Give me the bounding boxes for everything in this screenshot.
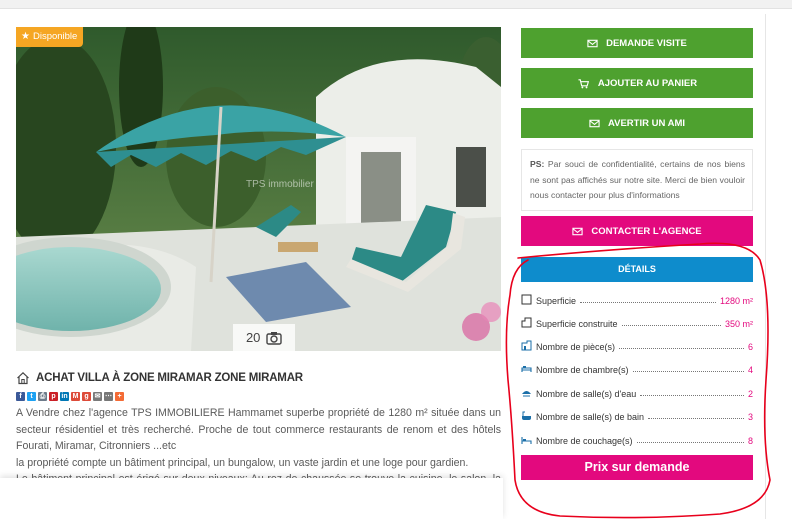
dot-leader — [632, 371, 744, 372]
detail-row: Nombre de chambre(s) 4 — [521, 353, 753, 375]
detail-row: Nombre de salle(s) d'eau 2 — [521, 377, 753, 399]
plus-icon[interactable]: + — [115, 392, 124, 401]
gmail-icon[interactable]: M — [71, 392, 80, 401]
detail-row: Nombre de pièce(s) 6 — [521, 330, 753, 352]
detail-value: 4 — [747, 365, 753, 375]
detail-label: Superficie — [536, 296, 577, 306]
listing-title-row: ACHAT VILLA À ZONE MIRAMAR ZONE MIRAMAR — [16, 370, 303, 386]
envelope-icon — [572, 227, 583, 235]
rooms-icon — [521, 340, 532, 351]
price-banner: Prix sur demande — [521, 455, 753, 480]
badge-label: Disponible — [32, 31, 78, 42]
detail-value: 2 — [747, 389, 753, 399]
star-icon: ★ — [21, 31, 30, 42]
detail-value: 350 m² — [724, 319, 753, 329]
privacy-note-label: PS: — [530, 159, 545, 169]
details-header: DÉTAILS — [521, 257, 753, 282]
home-icon — [17, 371, 29, 385]
description-paragraph: la propriété compte un bâtiment principa… — [16, 456, 469, 469]
detail-label: Nombre de salle(s) de bain — [536, 412, 645, 422]
share-bar: f t ⎙ p in Mg ✉ ⋯ + — [16, 392, 124, 401]
facebook-icon[interactable]: f — [16, 392, 25, 401]
more-icon[interactable]: ⋯ — [104, 392, 113, 401]
property-photo[interactable]: TPS immobilier — [16, 27, 501, 351]
dot-leader — [636, 442, 744, 443]
area-icon — [521, 294, 532, 305]
detail-value: 8 — [747, 436, 753, 446]
pinterest-icon[interactable]: p — [49, 392, 58, 401]
photo-count-value: 20 — [245, 330, 261, 345]
envelope-icon — [589, 119, 600, 127]
envelope-icon — [587, 39, 598, 47]
notify-friend-label: AVERTIR UN AMI — [607, 117, 686, 129]
dot-leader — [580, 302, 716, 303]
google-icon[interactable]: g — [82, 392, 91, 401]
cart-icon — [578, 78, 589, 88]
contact-agency-label: CONTACTER L'AGENCE — [591, 225, 702, 237]
detail-row: Superficie construite 350 m² — [521, 307, 753, 329]
listing-title: ACHAT VILLA À ZONE MIRAMAR ZONE MIRAMAR — [36, 372, 303, 384]
detail-row: Nombre de salle(s) de bain 3 — [521, 400, 753, 422]
bottom-overlay — [0, 478, 503, 519]
dot-leader — [619, 348, 744, 349]
description-paragraph: A Vendre chez l'agence TPS IMMOBILIERE H… — [16, 407, 501, 452]
dot-leader — [648, 418, 744, 419]
contact-agency-button[interactable]: CONTACTER L'AGENCE — [521, 216, 753, 246]
watermark: TPS immobilier — [246, 179, 314, 190]
detail-value: 1280 m² — [719, 296, 753, 306]
detail-label: Nombre de couchage(s) — [536, 436, 633, 446]
linkedin-icon[interactable]: in — [60, 392, 69, 401]
add-to-cart-button[interactable]: AJOUTER AU PANIER — [521, 68, 753, 98]
privacy-note-text: Par souci de confidentialité, certains d… — [530, 159, 745, 200]
detail-value: 6 — [747, 342, 753, 352]
request-visit-label: DEMANDE VISITE — [606, 37, 687, 49]
print-icon[interactable]: ⎙ — [38, 392, 47, 401]
photo-count-button[interactable]: 20 — [233, 324, 295, 351]
privacy-note: PS: Par souci de confidentialité, certai… — [521, 149, 753, 211]
shower-icon — [522, 391, 531, 397]
detail-row: Superficie 1280 m² — [521, 284, 753, 306]
twitter-icon[interactable]: t — [27, 392, 36, 401]
dot-leader — [621, 325, 721, 326]
detail-label: Nombre de salle(s) d'eau — [536, 389, 637, 399]
availability-badge: ★ Disponible — [16, 27, 84, 47]
bedroom-icon — [521, 366, 532, 372]
built-area-icon — [521, 317, 532, 328]
dot-leader — [640, 395, 744, 396]
notify-friend-button[interactable]: AVERTIR UN AMI — [521, 108, 753, 138]
bath-icon — [522, 411, 531, 420]
detail-label: Superficie construite — [536, 319, 618, 329]
request-visit-button[interactable]: DEMANDE VISITE — [521, 28, 753, 58]
detail-label: Nombre de chambre(s) — [536, 365, 629, 375]
bed-icon — [521, 437, 532, 444]
top-bar — [0, 0, 792, 9]
email-icon[interactable]: ✉ — [93, 392, 102, 401]
detail-label: Nombre de pièce(s) — [536, 342, 616, 352]
add-to-cart-label: AJOUTER AU PANIER — [597, 77, 698, 89]
detail-value: 3 — [747, 412, 753, 422]
camera-icon — [266, 327, 282, 354]
detail-row: Nombre de couchage(s) 8 — [521, 424, 753, 446]
